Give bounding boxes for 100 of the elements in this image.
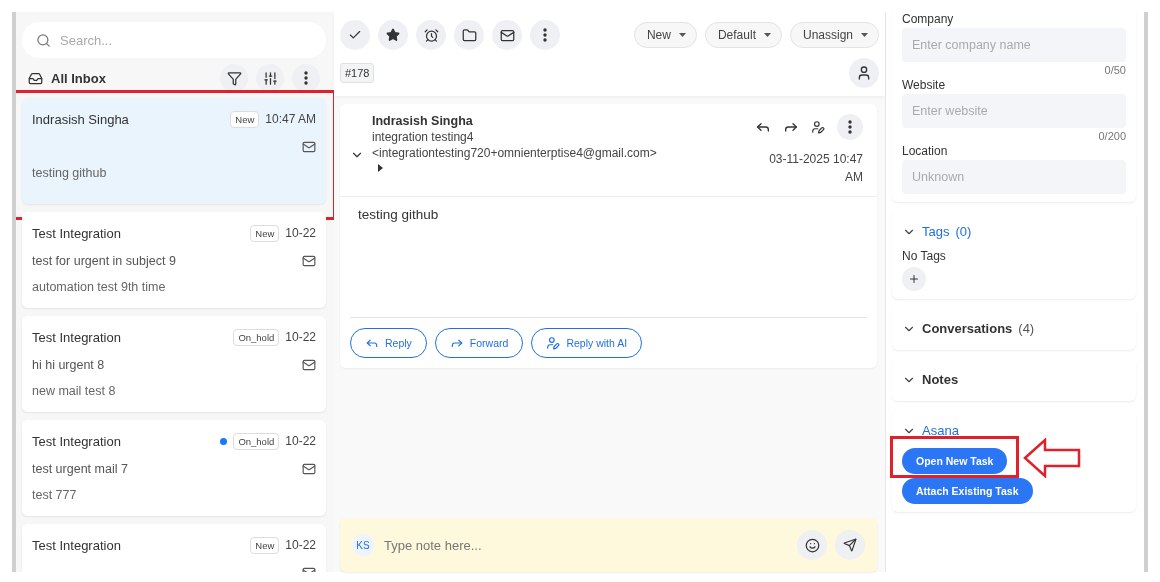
text-field[interactable]: Enter company name bbox=[902, 28, 1126, 62]
sliders-icon bbox=[262, 70, 278, 86]
text-field[interactable]: Enter website bbox=[902, 94, 1126, 128]
star-icon bbox=[386, 28, 400, 42]
expand-icon bbox=[378, 164, 383, 172]
text-field[interactable]: Unknown bbox=[902, 160, 1126, 194]
sender-name: Indrasish Singha bbox=[372, 114, 474, 128]
mail-icon bbox=[499, 27, 515, 43]
reply-button[interactable]: Reply bbox=[350, 328, 427, 358]
note-input[interactable]: Type note here... bbox=[382, 536, 789, 554]
add-tag-button[interactable] bbox=[902, 267, 926, 291]
status-badge: On_hold bbox=[233, 432, 280, 450]
field-label: Location bbox=[902, 144, 949, 158]
more-button[interactable] bbox=[530, 20, 560, 50]
status-badge: On_hold bbox=[233, 328, 280, 346]
caret-icon bbox=[678, 33, 686, 37]
mail-icon bbox=[302, 254, 316, 268]
email-preview: test 777 bbox=[32, 488, 78, 502]
section-header[interactable]: Tags (0) bbox=[902, 218, 1126, 245]
sender-name: Test Integration bbox=[32, 537, 122, 553]
email-subject: hi hi urgent 8 bbox=[32, 358, 106, 372]
alarm-button[interactable] bbox=[416, 20, 446, 50]
email-subject: test for urgent in subject 9 bbox=[32, 254, 177, 268]
search-icon bbox=[36, 33, 51, 48]
user-button[interactable] bbox=[849, 58, 879, 88]
task-button[interactable]: Attach Existing Task bbox=[902, 478, 1033, 504]
mail-icon bbox=[302, 462, 316, 476]
caret-icon bbox=[861, 33, 868, 37]
more-button[interactable] bbox=[837, 114, 863, 140]
status-badge: New bbox=[230, 110, 260, 128]
task-button[interactable]: Open New Task bbox=[902, 448, 1008, 474]
mail-icon bbox=[302, 358, 316, 372]
dropdown-button[interactable]: Default bbox=[704, 22, 782, 48]
email-item[interactable]: Indrasish Singha New 10:47 AM testing github bbox=[22, 98, 326, 204]
inbox-icon bbox=[28, 70, 43, 86]
from-address: <integrationtesting720+omnienterptise4@gmail.com> bbox=[372, 146, 658, 160]
sender-name: Test Integration bbox=[32, 433, 122, 449]
search-field[interactable]: Search... bbox=[22, 22, 326, 58]
email-item[interactable]: Test Integration On_hold 10-22 hi hi urgent 8 new mail test 8 bbox=[22, 316, 326, 412]
email-time: 10-22 bbox=[285, 330, 316, 344]
filter-icon bbox=[226, 70, 242, 86]
ticket-id: #178 bbox=[340, 63, 375, 83]
section-header[interactable]: Notes bbox=[902, 366, 1126, 393]
email-time: 10-22 bbox=[285, 226, 316, 240]
sender-name: Test Integration bbox=[32, 225, 122, 241]
mail-button[interactable] bbox=[492, 20, 522, 50]
more-icon bbox=[304, 71, 308, 85]
char-counter: 0/50 bbox=[1103, 64, 1126, 76]
check-button[interactable] bbox=[340, 20, 370, 50]
send-button[interactable] bbox=[835, 530, 865, 560]
folder-button[interactable] bbox=[454, 20, 484, 50]
email-time: 10-22 bbox=[285, 434, 316, 448]
folder-icon bbox=[461, 27, 477, 43]
sender-name: Indrasish Singha bbox=[32, 111, 130, 127]
mail-icon bbox=[302, 140, 316, 154]
section-header[interactable]: Conversations (4) bbox=[902, 315, 1126, 342]
user-icon bbox=[856, 65, 872, 81]
email-item[interactable]: Test Integration New 10-22 bbox=[22, 524, 326, 572]
caret-icon bbox=[763, 33, 771, 37]
from-name: integration testing4 bbox=[372, 130, 475, 144]
email-preview: new mail test 8 bbox=[32, 384, 117, 398]
user-edit-icon bbox=[546, 336, 561, 350]
status-badge: New bbox=[250, 536, 280, 554]
reply-ai-button[interactable]: Reply with AI bbox=[531, 328, 643, 358]
emoji-button[interactable] bbox=[797, 530, 827, 560]
more-icon bbox=[848, 120, 852, 134]
email-item[interactable]: Test Integration New 10-22 test for urgent in subject 9 automation test 9th time bbox=[22, 212, 326, 308]
user-avatar: KS bbox=[352, 534, 374, 556]
email-subject: test urgent mail 7 bbox=[32, 462, 129, 476]
inbox-title: All Inbox bbox=[51, 70, 107, 86]
forward-icon bbox=[449, 336, 464, 350]
sliders-button[interactable] bbox=[256, 64, 284, 92]
reply-icon bbox=[365, 336, 379, 350]
alarm-clock-icon bbox=[423, 27, 439, 43]
check-icon bbox=[348, 28, 362, 42]
more-icon bbox=[543, 28, 547, 42]
email-item[interactable]: Test Integration On_hold 10-22 test urgent mail 7 test 777 bbox=[22, 420, 326, 516]
dropdown-button[interactable]: Unassign bbox=[789, 22, 879, 48]
sender-name: Test Integration bbox=[32, 329, 122, 345]
field-label: Website bbox=[902, 78, 947, 92]
message-body: testing github bbox=[357, 206, 440, 224]
section-header[interactable]: Asana bbox=[902, 417, 1126, 444]
email-preview: automation test 9th time bbox=[32, 280, 167, 294]
smiley-icon bbox=[804, 537, 820, 553]
email-time: 10:47 AM bbox=[265, 112, 316, 126]
message-date: 03-11-2025 10:47 AM bbox=[768, 151, 863, 186]
email-preview: testing github bbox=[32, 166, 108, 180]
user-edit-icon[interactable] bbox=[811, 120, 825, 134]
plus-icon bbox=[908, 273, 920, 285]
filter-button[interactable] bbox=[220, 64, 248, 92]
email-time: 10-22 bbox=[285, 538, 316, 552]
more-button[interactable] bbox=[292, 64, 320, 92]
star-button[interactable] bbox=[378, 20, 408, 50]
field-label: Company bbox=[902, 12, 955, 26]
send-icon bbox=[843, 538, 857, 552]
forward-button[interactable]: Forward bbox=[434, 328, 524, 358]
empty-tags-text: No Tags bbox=[902, 249, 947, 263]
status-badge: New bbox=[250, 224, 280, 242]
char-counter: 0/200 bbox=[1097, 130, 1126, 142]
dropdown-button[interactable]: New bbox=[633, 22, 697, 48]
